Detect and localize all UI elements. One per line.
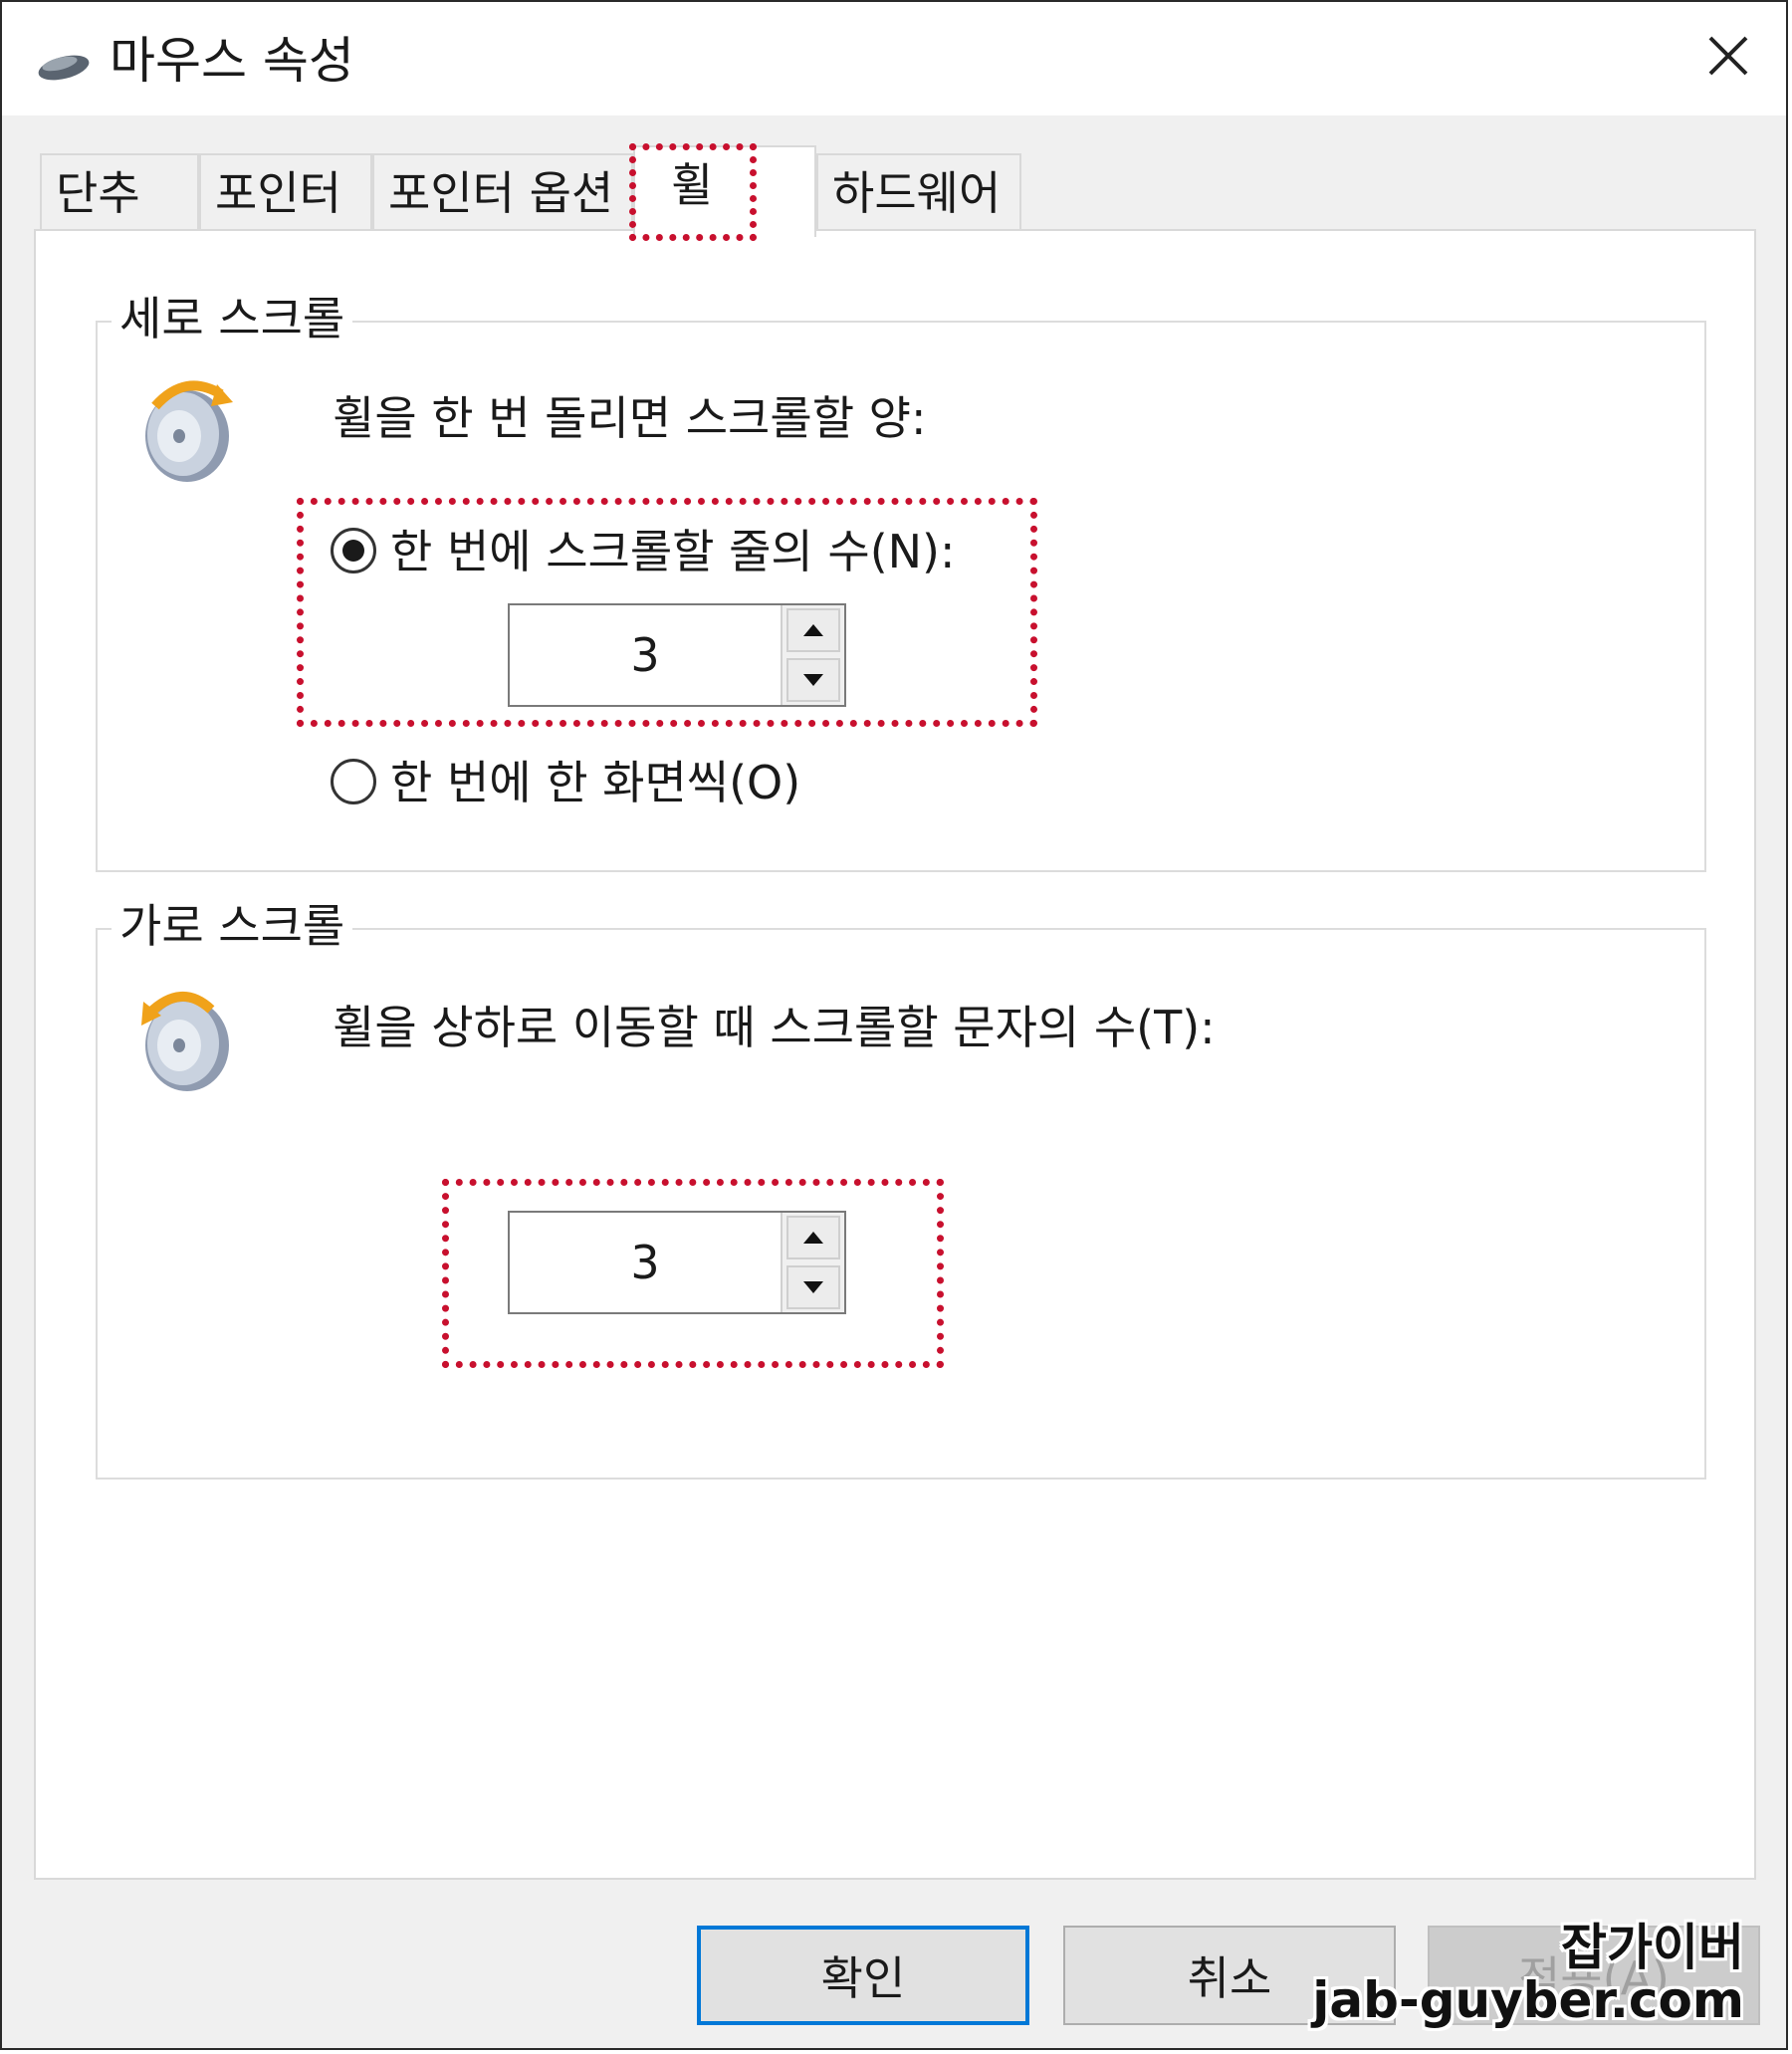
arrow-down-icon: [803, 671, 823, 690]
tab-label: 휠: [671, 158, 714, 212]
mouse-wheel-vertical-icon: [135, 370, 245, 494]
tab-pointer-options[interactable]: 포인터 옵션: [372, 153, 633, 233]
lines-at-a-time-radio[interactable]: [331, 528, 376, 573]
mouse-icon: [34, 46, 94, 86]
lines-at-a-time-label[interactable]: 한 번에 스크롤할 줄의 수(N):: [390, 522, 956, 581]
window-title: 마우스 속성: [110, 32, 354, 90]
horizontal-scroll-description: 휠을 상하로 이동할 때 스크롤할 문자의 수(T):: [333, 1001, 1216, 1054]
tab-label: 포인터 옵션: [388, 166, 614, 220]
lines-value[interactable]: 3: [510, 605, 781, 705]
tab-hardware[interactable]: 하드웨어: [816, 153, 1021, 233]
tab-label: 단추: [56, 166, 140, 220]
spin-up-button[interactable]: [786, 608, 840, 652]
chars-spinbox[interactable]: 3: [508, 1211, 846, 1314]
tab-label: 하드웨어: [832, 166, 1002, 220]
ok-button[interactable]: 확인: [697, 1926, 1029, 2025]
spin-buttons: [781, 1213, 844, 1312]
spin-buttons: [781, 605, 844, 705]
arrow-down-icon: [803, 1278, 823, 1297]
tab-panel: 세로 스크롤 휠을 한 번 돌리면 스크롤할 양: 한 번에 스크롤할 줄의 수…: [34, 229, 1756, 1880]
tab-buttons[interactable]: 단추: [40, 153, 199, 233]
tab-wheel[interactable]: 휠: [633, 145, 816, 237]
mouse-properties-dialog: 마우스 속성 단추 포인터 포인터 옵션 휠 하드웨어 세로 스크롤 휠을 한 …: [0, 0, 1788, 2050]
arrow-up-icon: [803, 621, 823, 640]
cancel-label: 취소: [1187, 1951, 1272, 2005]
close-icon: [1706, 34, 1750, 82]
close-button[interactable]: [1688, 18, 1768, 98]
ok-label: 확인: [820, 1951, 906, 2005]
tab-pointers[interactable]: 포인터: [199, 153, 372, 233]
radio-selected-dot: [342, 540, 364, 562]
lines-spinbox[interactable]: 3: [508, 603, 846, 707]
vertical-scroll-description: 휠을 한 번 돌리면 스크롤할 양:: [333, 391, 927, 445]
title-bar: 마우스 속성: [2, 2, 1786, 115]
chars-value[interactable]: 3: [510, 1213, 781, 1312]
screen-at-a-time-label[interactable]: 한 번에 한 화면씩(O): [390, 753, 800, 812]
screen-at-a-time-radio[interactable]: [331, 759, 376, 804]
tab-label: 포인터: [215, 166, 341, 220]
watermark-url: jab-guyber.com: [1312, 1971, 1744, 2029]
arrow-up-icon: [803, 1229, 823, 1248]
watermark-title: 잡가이버: [1561, 1919, 1744, 1976]
spin-up-button[interactable]: [786, 1216, 840, 1259]
vertical-scroll-label: 세로 스크롤: [112, 291, 353, 346]
spin-down-button[interactable]: [786, 1265, 840, 1309]
horizontal-scroll-label: 가로 스크롤: [112, 898, 353, 954]
mouse-wheel-horizontal-icon: [135, 980, 245, 1103]
spin-down-button[interactable]: [786, 658, 840, 702]
